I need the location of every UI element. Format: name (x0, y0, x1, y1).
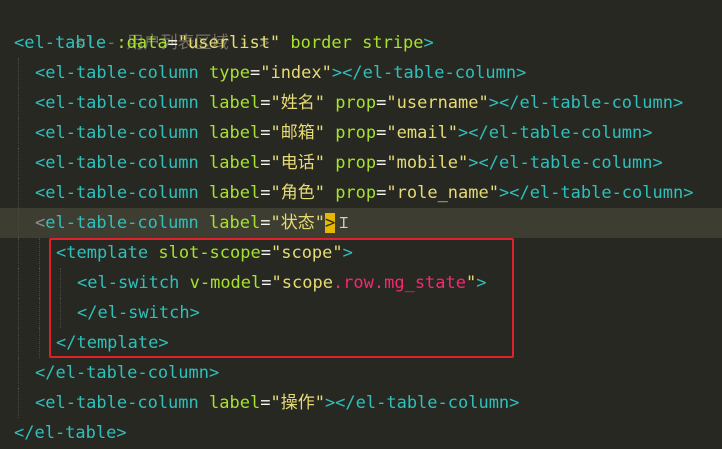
code-text: <el-table-column label="电话" prop="mobile… (35, 148, 663, 178)
punct: = (260, 393, 271, 413)
tag-name: <el-table-column (35, 153, 199, 173)
indent-guide (39, 238, 41, 268)
indent-guide (18, 58, 20, 88)
indent-guide (18, 208, 20, 238)
indent-guide (18, 178, 20, 208)
attr-name: label (209, 213, 261, 233)
punct: = (376, 153, 387, 173)
code-text: </el-table> (14, 418, 127, 448)
code-text: <el-table :data="userlist" border stripe… (14, 28, 434, 58)
attr-name: :data (116, 33, 168, 53)
punct: = (376, 183, 387, 203)
attr-name: prop (335, 123, 377, 143)
attr-value: "username" (386, 93, 489, 113)
indent-guide (18, 328, 20, 358)
attr-value: "index" (260, 63, 332, 83)
punct: = (249, 63, 261, 83)
attr-name: label (209, 93, 261, 113)
tag-name: <el-table (14, 33, 107, 53)
indent-guide (39, 298, 41, 328)
tag-close: ></el-table-column> (331, 63, 527, 83)
tag-name: <el-table-column (35, 63, 199, 83)
punct: = (260, 213, 271, 233)
code-line: <el-table-column label="操作"></el-table-c… (0, 388, 722, 418)
tag-name: </el-table-column> (35, 363, 220, 383)
punct: = (376, 93, 387, 113)
attr-name: label (209, 153, 261, 173)
code-line: <el-table-column type="index"></el-table… (0, 58, 722, 88)
code-line: <el-table-column label="电话" prop="mobile… (0, 148, 722, 178)
code-line: <el-table-column label="角色" prop="role_n… (0, 178, 722, 208)
indent-guide (39, 328, 41, 358)
code-text: <el-table-column label="邮箱" prop="email"… (35, 118, 653, 148)
code-editor[interactable]: <!-- 用户列表区域 --> <el-table :data="userlis… (0, 0, 722, 449)
punct: = (260, 183, 271, 203)
indent-guide (18, 238, 20, 268)
attr-value: "email" (386, 123, 459, 143)
tag-name: <el-table-column (35, 93, 199, 113)
indent-guide (18, 268, 20, 298)
html-comment: <!-- 用户列表区域 --> (14, 0, 269, 53)
attr-value: "操作" (270, 393, 325, 413)
tag-close: ></el-table-column> (468, 153, 663, 173)
attr-name: type (209, 63, 250, 83)
punct: = (376, 123, 387, 143)
attr-value: "mobile" (386, 153, 469, 173)
punct: = (260, 93, 271, 113)
attr-name: label (209, 123, 261, 143)
tag-name: <el-table-column (35, 123, 199, 143)
code-line: <!-- 用户列表区域 --> (0, 0, 722, 53)
punct: = (260, 123, 271, 143)
annotation-highlight-box (49, 238, 514, 358)
attr-value: "姓名" (270, 93, 325, 113)
code-text: </el-table-column> (35, 358, 219, 388)
attr-name: prop (335, 183, 377, 203)
indent-guide (18, 118, 20, 148)
indent-guide (39, 268, 41, 298)
code-line: </el-table> (0, 418, 722, 448)
code-line: </el-table-column> (0, 358, 722, 388)
attr-name: label (209, 393, 261, 413)
indent-guide (18, 88, 20, 118)
attr-name: stripe (362, 33, 424, 53)
indent-guide (18, 358, 20, 388)
attr-name: prop (335, 153, 377, 173)
code-text: <el-table-column label="姓名" prop="userna… (35, 88, 683, 118)
tag-close: ></el-table-column> (488, 93, 684, 113)
code-text: <el-table-column type="index"></el-table… (35, 58, 526, 88)
code-text: <el-table-column label="状态">Ｉ (35, 208, 351, 238)
text-cursor-icon: Ｉ (336, 214, 352, 232)
attr-name: prop (335, 93, 377, 113)
code-text: <el-table-column label="角色" prop="role_n… (35, 178, 693, 208)
attr-value: "userlist" (177, 33, 281, 53)
indent-guide (18, 388, 20, 418)
code-line: <el-table-column label="姓名" prop="userna… (0, 88, 722, 118)
code-line: <el-table :data="userlist" border stripe… (0, 28, 722, 58)
attr-value: "电话" (270, 153, 325, 173)
punct: = (260, 153, 271, 173)
tag-close: ></el-table-column> (324, 393, 520, 413)
tag-open-bracket: < (35, 213, 46, 233)
code-text: <el-table-column label="操作"></el-table-c… (35, 388, 519, 418)
code-line: <el-table-column label="邮箱" prop="email"… (0, 118, 722, 148)
indent-guide (18, 148, 20, 178)
attr-name: label (209, 183, 261, 203)
active-code-line[interactable]: <el-table-column label="状态">Ｉ (0, 208, 722, 238)
tag-name: </el-table> (14, 423, 127, 443)
attr-value: "状态" (270, 213, 325, 233)
matched-bracket-highlight: > (324, 213, 336, 233)
attr-name: border (290, 33, 352, 53)
tag-name: <el-table-column (35, 183, 199, 203)
tag-close: ></el-table-column> (498, 183, 694, 203)
tag-name: <el-table-column (35, 393, 199, 413)
attr-value: "角色" (270, 183, 325, 203)
tag-close: > (423, 33, 434, 53)
punct: = (167, 33, 178, 53)
indent-guide (18, 298, 20, 328)
attr-value: "role_name" (386, 183, 499, 203)
tag-name: el-table-column (45, 213, 199, 233)
tag-close: ></el-table-column> (458, 123, 653, 143)
attr-value: "邮箱" (270, 123, 325, 143)
